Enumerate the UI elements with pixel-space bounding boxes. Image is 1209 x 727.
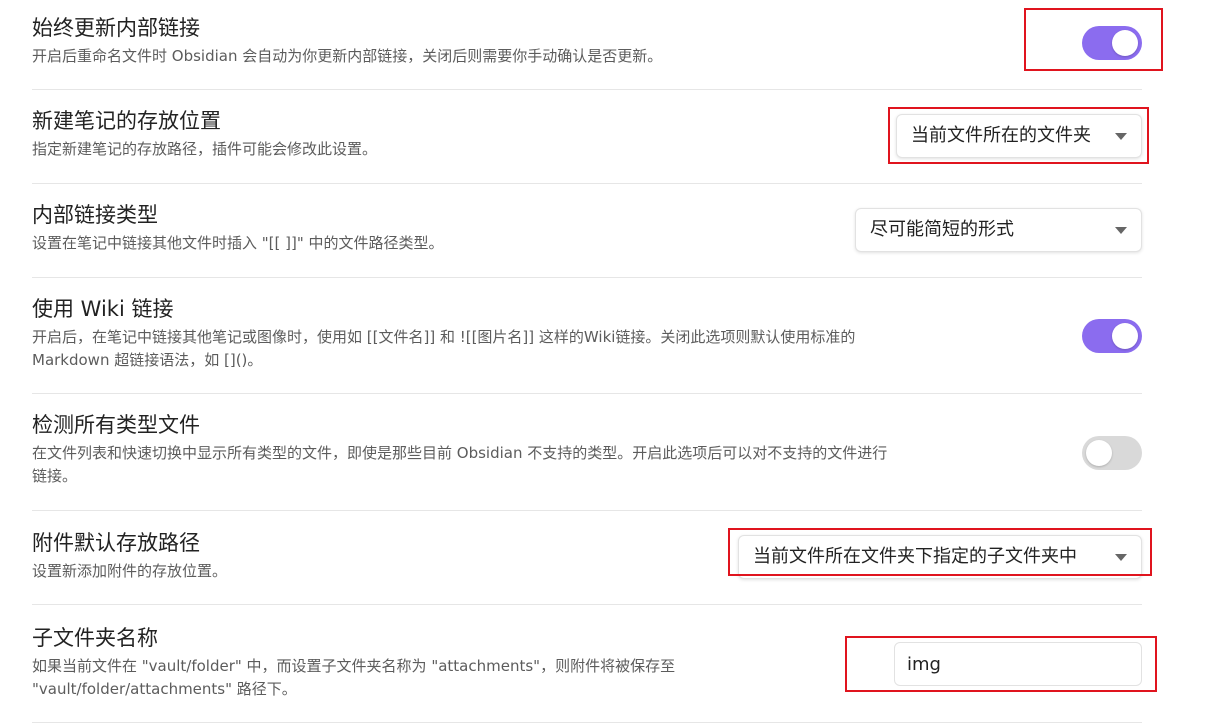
setting-info: 内部链接类型 设置在笔记中链接其他文件时插入 "[[ ]]" 中的文件路径类型。 — [32, 201, 444, 255]
setting-description: 开启后重命名文件时 Obsidian 会自动为你更新内部链接，关闭后则需要你手动… — [32, 47, 663, 65]
new-note-location-dropdown[interactable]: 当前文件所在的文件夹 — [896, 114, 1142, 158]
setting-description-line: 在文件列表和快速切换中显示所有类型的文件，即使是那些目前 Obsidian 不支… — [32, 444, 888, 462]
setting-description-line: "vault/folder/attachments" 路径下。 — [32, 680, 297, 698]
dropdown-select[interactable]: 当前文件所在文件夹下指定的子文件夹中 — [738, 535, 1142, 579]
setting-info: 子文件夹名称 如果当前文件在 "vault/folder" 中，而设置子文件夹名… — [32, 624, 675, 701]
dropdown-value: 当前文件所在的文件夹 — [911, 125, 1091, 146]
setting-description: 设置在笔记中链接其他文件时插入 "[[ ]]" 中的文件路径类型。 — [32, 234, 444, 252]
setting-title: 使用 Wiki 链接 — [32, 297, 174, 321]
setting-description: 在文件列表和快速切换中显示所有类型的文件，即使是那些目前 Obsidian 不支… — [32, 442, 887, 488]
setting-always-update-links: 始终更新内部链接 开启后重命名文件时 Obsidian 会自动为你更新内部链接，… — [32, 0, 1142, 90]
toggle-knob — [1112, 323, 1138, 349]
setting-description: 开启后，在笔记中链接其他笔记或图像时，使用如 [[文件名]] 和 ![[图片名]… — [32, 326, 855, 372]
setting-description: 设置新添加附件的存放位置。 — [32, 562, 228, 580]
setting-description-line: 开启后，在笔记中链接其他笔记或图像时，使用如 [[文件名]] 和 ![[图片名]… — [32, 328, 856, 346]
always-update-links-toggle[interactable] — [1082, 26, 1142, 60]
attachment-folder-dropdown[interactable]: 当前文件所在文件夹下指定的子文件夹中 — [738, 535, 1142, 579]
setting-subfolder-name: 子文件夹名称 如果当前文件在 "vault/folder" 中，而设置子文件夹名… — [32, 605, 1142, 723]
setting-attachment-folder: 附件默认存放路径 设置新添加附件的存放位置。 当前文件所在文件夹下指定的子文件夹… — [32, 511, 1142, 605]
setting-info: 新建笔记的存放位置 指定新建笔记的存放路径，插件可能会修改此设置。 — [32, 107, 377, 161]
use-wiki-links-toggle[interactable] — [1082, 319, 1142, 353]
setting-description: 如果当前文件在 "vault/folder" 中，而设置子文件夹名称为 "att… — [32, 655, 675, 701]
toggle-knob — [1086, 440, 1112, 466]
setting-new-note-location: 新建笔记的存放位置 指定新建笔记的存放路径，插件可能会修改此设置。 当前文件所在… — [32, 90, 1142, 184]
setting-internal-link-type: 内部链接类型 设置在笔记中链接其他文件时插入 "[[ ]]" 中的文件路径类型。… — [32, 184, 1142, 278]
dropdown-select[interactable]: 尽可能简短的形式 — [855, 208, 1142, 252]
dropdown-value: 尽可能简短的形式 — [870, 219, 1014, 240]
detect-all-file-types-toggle[interactable] — [1082, 436, 1142, 470]
toggle-track[interactable] — [1082, 26, 1142, 60]
setting-title: 子文件夹名称 — [32, 626, 158, 650]
setting-use-wiki-links: 使用 Wiki 链接 开启后，在笔记中链接其他笔记或图像时，使用如 [[文件名]… — [32, 278, 1142, 394]
setting-info: 检测所有类型文件 在文件列表和快速切换中显示所有类型的文件，即使是那些目前 Ob… — [32, 411, 887, 488]
setting-description-line: Markdown 超链接语法，如 []()。 — [32, 351, 263, 369]
toggle-track[interactable] — [1082, 319, 1142, 353]
setting-title: 附件默认存放路径 — [32, 531, 200, 555]
setting-detect-all-file-types: 检测所有类型文件 在文件列表和快速切换中显示所有类型的文件，即使是那些目前 Ob… — [32, 394, 1142, 511]
setting-info: 使用 Wiki 链接 开启后，在笔记中链接其他笔记或图像时，使用如 [[文件名]… — [32, 295, 855, 372]
setting-description-line: 如果当前文件在 "vault/folder" 中，而设置子文件夹名称为 "att… — [32, 657, 676, 675]
chevron-down-icon — [1115, 133, 1127, 140]
settings-list: 始终更新内部链接 开启后重命名文件时 Obsidian 会自动为你更新内部链接，… — [32, 0, 1142, 723]
setting-info: 附件默认存放路径 设置新添加附件的存放位置。 — [32, 529, 227, 583]
toggle-track[interactable] — [1082, 436, 1142, 470]
setting-description: 指定新建笔记的存放路径，插件可能会修改此设置。 — [32, 140, 378, 158]
subfolder-name-input-wrap — [894, 642, 1142, 686]
chevron-down-icon — [1115, 227, 1127, 234]
internal-link-type-dropdown[interactable]: 尽可能简短的形式 — [855, 208, 1142, 252]
dropdown-value: 当前文件所在文件夹下指定的子文件夹中 — [753, 546, 1077, 567]
dropdown-select[interactable]: 当前文件所在的文件夹 — [896, 114, 1142, 158]
setting-title: 新建笔记的存放位置 — [32, 109, 221, 133]
setting-info: 始终更新内部链接 开启后重命名文件时 Obsidian 会自动为你更新内部链接，… — [32, 14, 662, 68]
toggle-knob — [1112, 30, 1138, 56]
setting-title: 始终更新内部链接 — [32, 16, 200, 40]
setting-title: 检测所有类型文件 — [32, 413, 200, 437]
setting-description-line: 链接。 — [32, 467, 78, 485]
chevron-down-icon — [1115, 554, 1127, 561]
setting-title: 内部链接类型 — [32, 203, 158, 227]
subfolder-name-input[interactable] — [894, 642, 1142, 686]
